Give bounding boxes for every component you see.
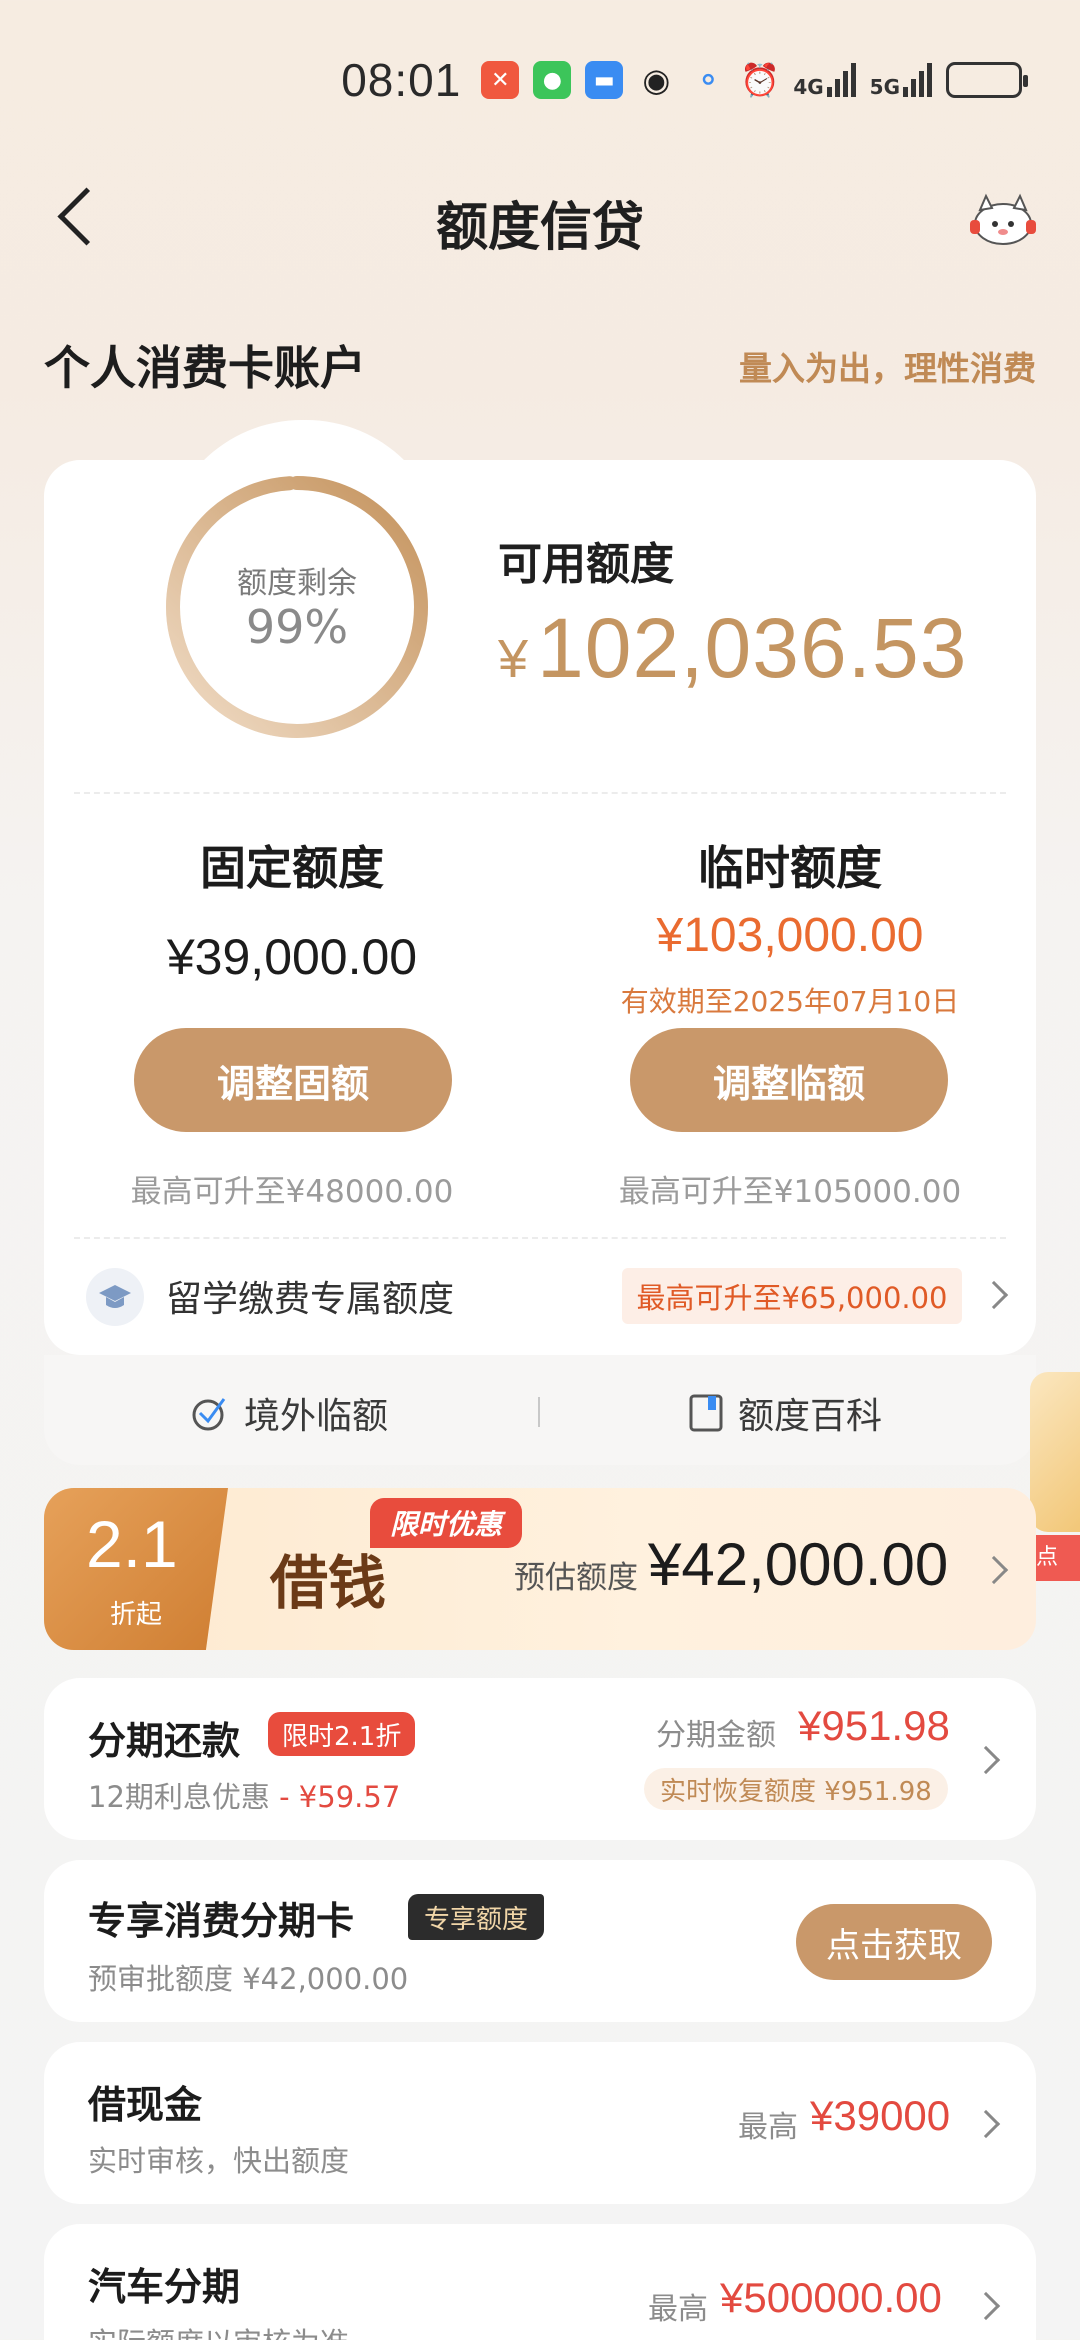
chevron-right-icon xyxy=(971,2109,1001,2139)
status-bar: 08:01 ✕ ● ▬ ◉ ⚬ ⏰ 4G 5G xyxy=(341,54,1028,106)
promo-limited-tag: 限时优惠 xyxy=(370,1498,523,1548)
temp-max-text: 最高可升至¥105000.00 xyxy=(618,1174,962,1210)
network-label-5g: 5G xyxy=(869,75,900,99)
graduation-cap-icon xyxy=(86,1268,144,1326)
slogan-text: 量入为出，理性消费 xyxy=(739,349,1036,388)
page-title: 额度信贷 xyxy=(435,198,644,258)
chevron-right-icon xyxy=(979,1280,1009,1310)
fixed-quota-title-wrap: 固定额度 xyxy=(72,832,512,898)
promo-estimate-value: ¥42,000.00 xyxy=(648,1531,949,1598)
study-quota-label: 留学缴费专属额度 xyxy=(166,1279,455,1320)
side-float-banner[interactable] xyxy=(1030,1372,1080,1532)
quota-ring: 额度剩余 99% xyxy=(160,470,434,744)
cash-max-label: 最高 xyxy=(738,2110,798,2145)
quota-wiki-link[interactable]: 额度百科 xyxy=(688,1387,882,1439)
overseas-globe-icon xyxy=(192,1398,226,1431)
car-loan-card[interactable]: 汽车分期 实际额度以审核为准 最高 ¥500000.00 xyxy=(44,2224,1036,2340)
exclusive-card-tag: 专享额度 xyxy=(408,1894,545,1940)
study-quota-row[interactable]: 留学缴费专属额度 最高可升至¥65,000.00 xyxy=(44,1248,1036,1340)
overseas-quota-link[interactable]: 境外临额 xyxy=(190,1387,388,1439)
temp-quota-value: ¥103,000.00 xyxy=(656,909,924,962)
get-card-button[interactable]: 点击获取 xyxy=(796,1904,992,1980)
mascot-icon[interactable] xyxy=(968,188,1038,250)
book-icon xyxy=(689,1394,723,1432)
available-value: 102,036.53 xyxy=(537,601,968,695)
chevron-right-icon xyxy=(971,1745,1001,1775)
available-currency: ¥ xyxy=(498,629,530,689)
exclusive-card-title: 专享消费分期卡 xyxy=(88,1899,355,1943)
sub-links-strip: 境外临额 额度百科 xyxy=(44,1355,1036,1465)
adjust-temp-button[interactable]: 调整临额 xyxy=(630,1028,948,1132)
chat-bubble-icon: ⚬ xyxy=(694,61,722,99)
divider xyxy=(74,792,1006,794)
promo-title: 借钱 xyxy=(270,1549,387,1617)
divider xyxy=(74,1237,1006,1239)
battery-icon xyxy=(946,62,1028,98)
adjust-fixed-button[interactable]: 调整固额 xyxy=(134,1028,452,1132)
promo-discount-sub: 折起 xyxy=(110,1600,163,1630)
fixed-quota-title: 固定额度 xyxy=(200,841,384,895)
ring-percent: 99% xyxy=(245,600,349,654)
qq-icon: ◉ xyxy=(642,61,671,99)
borrow-promo-banner[interactable]: 2.1 折起 借钱 限时优惠 预估额度 ¥42,000.00 xyxy=(44,1488,1036,1650)
restore-quota-tag: 实时恢复额度 ¥951.98 xyxy=(644,1768,948,1810)
alarm-icon: ⏰ xyxy=(740,61,781,99)
cash-sub: 实时审核，快出额度 xyxy=(88,2144,350,2178)
network-label-4g: 4G xyxy=(793,75,824,99)
temp-quota-title: 临时额度 xyxy=(698,841,882,895)
sub-links-divider xyxy=(538,1397,540,1427)
cash-card[interactable]: 借现金 实时审核，快出额度 最高 ¥39000 xyxy=(44,2042,1036,2204)
exclusive-card[interactable]: 专享消费分期卡 专享额度 预审批额度 ¥42,000.00 点击获取 xyxy=(44,1860,1036,2022)
lightning-app-icon: ✕ xyxy=(481,61,520,99)
chevron-right-icon xyxy=(971,2291,1001,2321)
installment-sub: 12期利息优惠 - ¥59.57 xyxy=(88,1774,400,1816)
signal-5g-icon: 5G xyxy=(870,63,932,97)
temp-quota-title-wrap: 临时额度 xyxy=(570,832,1010,898)
exclusive-card-sub: 预审批额度 ¥42,000.00 xyxy=(88,1962,409,1996)
installment-amount-label: 分期金额 xyxy=(656,1718,776,1753)
promo-discount-value: 2.1 xyxy=(86,1507,178,1581)
cash-title: 借现金 xyxy=(88,2083,203,2127)
car-max-label: 最高 xyxy=(648,2292,708,2327)
ring-label: 额度剩余 xyxy=(237,566,357,601)
installment-sub-prefix: 12期利息优惠 xyxy=(88,1780,270,1814)
promo-estimate-label: 预估额度 xyxy=(514,1560,638,1596)
quota-wiki-label: 额度百科 xyxy=(738,1396,883,1437)
overseas-quota-label: 境外临额 xyxy=(244,1396,389,1437)
installment-sub-value: - ¥59.57 xyxy=(279,1780,401,1814)
car-loan-sub: 实际额度以审核为准 xyxy=(88,2320,349,2340)
installment-discount-tag: 限时2.1折 xyxy=(268,1712,416,1756)
study-quota-tag: 最高可升至¥65,000.00 xyxy=(622,1268,962,1324)
account-section-title: 个人消费卡账户 xyxy=(44,341,366,395)
message-icon: ▬ xyxy=(585,61,624,99)
fixed-quota-value: ¥39,000.00 xyxy=(166,929,418,985)
available-amount: ¥102,036.53 xyxy=(498,600,967,697)
wechat-icon: ● xyxy=(533,61,572,99)
available-label: 可用额度 xyxy=(498,539,674,590)
temp-quota-valid-until: 有效期至2025年07月10日 xyxy=(620,985,960,1018)
chevron-right-icon xyxy=(979,1555,1009,1585)
cash-max-value: ¥39000 xyxy=(810,2092,951,2139)
installment-title: 分期还款 xyxy=(88,1719,241,1763)
signal-4g-icon: 4G xyxy=(793,63,856,99)
fixed-max-text: 最高可升至¥48000.00 xyxy=(130,1174,454,1210)
installment-amount-value: ¥951.98 xyxy=(798,1702,950,1749)
installment-card[interactable]: 分期还款 限时2.1折 12期利息优惠 - ¥59.57 分期金额 ¥951.9… xyxy=(44,1678,1036,1840)
status-time: 08:01 xyxy=(341,54,462,106)
car-max-value: ¥500000.00 xyxy=(720,2274,942,2321)
car-loan-title: 汽车分期 xyxy=(88,2265,241,2309)
